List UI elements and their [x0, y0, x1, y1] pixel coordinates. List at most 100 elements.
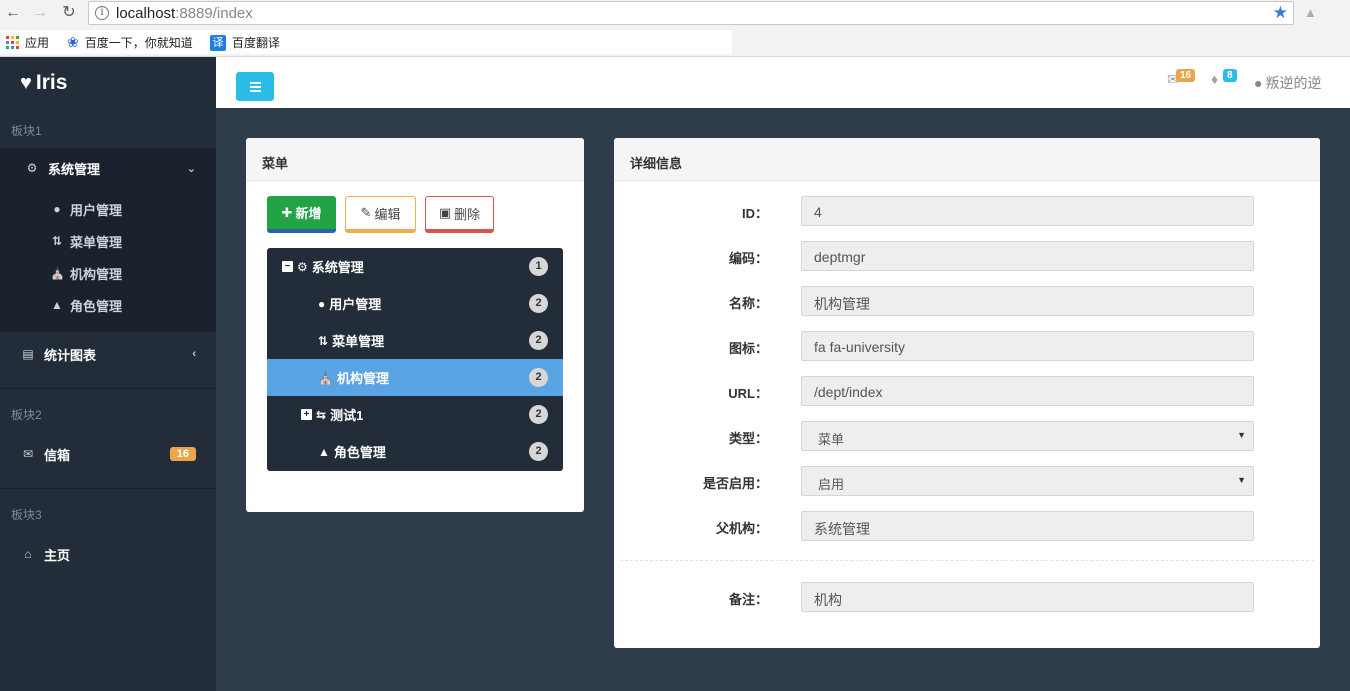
icon-field[interactable]: fa fa-university: [801, 331, 1254, 361]
bookmark-baidu[interactable]: ❀ 百度一下，你就知道: [67, 34, 193, 51]
extension-icon[interactable]: ▲: [1304, 5, 1317, 20]
chevron-down-icon: ⌄: [186, 162, 196, 175]
form-row-remark: 备注： 机构: [614, 582, 1320, 612]
cogs-icon: ⚙: [26, 161, 38, 175]
dropdown-caret-icon: ▼: [1237, 475, 1246, 485]
form-row-code: 编码： deptmgr: [614, 241, 1320, 271]
type-select[interactable]: 菜单 ▼: [801, 421, 1254, 451]
user-menu[interactable]: ● 叛逆的逆: [1254, 73, 1321, 93]
sidebar-toggle-button[interactable]: [236, 72, 274, 101]
form-row-type: 类型： 菜单 ▼: [614, 421, 1320, 451]
brand-logo[interactable]: ♥ Iris: [20, 71, 67, 95]
translate-icon: 译: [210, 34, 226, 51]
form-row-icon: 图标： fa fa-university: [614, 331, 1320, 361]
menu-tree: − ⚙ 系统管理 1 ● 用户管理 2 ⇅ 菜单管理 2 ⛪ 机构管理 2 + …: [267, 248, 563, 471]
sidebar-group-system: ⚙ 系统管理 ⌄ ● 用户管理 ⇅ 菜单管理 ⛪ 机构管理 ▲ 角色管理: [0, 148, 216, 332]
node-count-badge: 1: [529, 257, 548, 276]
expand-icon[interactable]: +: [301, 409, 312, 420]
info-icon[interactable]: i: [95, 6, 109, 20]
forward-arrow-icon[interactable]: →: [30, 3, 50, 23]
tree-node[interactable]: ▲ 角色管理 2: [267, 433, 563, 470]
dropdown-caret-icon: ▼: [1237, 430, 1246, 440]
user-icon: ●: [1254, 75, 1263, 91]
chevron-left-icon: ‹: [192, 348, 196, 360]
name-label: 名称：: [728, 296, 768, 311]
tree-node[interactable]: ⇅ 菜单管理 2: [267, 322, 563, 359]
name-field[interactable]: 机构管理: [801, 286, 1254, 316]
sidebar-item-roles[interactable]: ▲ 角色管理: [50, 293, 122, 317]
tree-node[interactable]: − ⚙ 系统管理 1: [267, 248, 563, 285]
form-row-parent: 父机构： 系统管理: [614, 511, 1320, 541]
envelope-icon: ✉: [22, 447, 34, 461]
reload-icon[interactable]: ↻: [59, 3, 79, 23]
node-count-badge: 2: [529, 442, 548, 461]
sidebar-item-stats[interactable]: ▤ 统计图表 ‹: [0, 334, 216, 374]
sidebar-item-users[interactable]: ● 用户管理: [50, 197, 122, 221]
user-secret-icon: ▲: [318, 444, 330, 459]
apps-grid-icon: [6, 36, 19, 49]
bookmark-apps[interactable]: 应用: [6, 34, 49, 51]
edit-button[interactable]: ✎ 编辑: [345, 196, 416, 233]
url-text[interactable]: localhost:8889/index: [116, 5, 253, 22]
bell-icon[interactable]: ♦: [1211, 71, 1218, 87]
exchange-icon: ⇆: [316, 407, 327, 422]
icon-label: 图标：: [728, 341, 768, 356]
id-label: ID：: [741, 206, 768, 221]
bar-chart-icon: ▤: [22, 347, 34, 361]
sort-icon: ⇅: [51, 234, 63, 248]
enabled-select[interactable]: 启用 ▼: [801, 466, 1254, 496]
menu-panel: 菜单 ✚ 新增 ✎ 编辑 ▣ 删除 − ⚙ 系统管理 1 ● 用户管理 2 ⇅ …: [246, 138, 584, 512]
code-label: 编码：: [728, 251, 768, 266]
tree-node[interactable]: + ⇆ 测试1 2: [267, 396, 563, 433]
node-count-badge: 2: [529, 294, 548, 313]
remark-field[interactable]: 机构: [801, 582, 1254, 612]
top-header: ✉ 16 ♦ 8 ● 叛逆的逆: [216, 57, 1350, 108]
url-field[interactable]: /dept/index: [801, 376, 1254, 406]
browser-chrome: ← → ↻ i localhost:8889/index ★ ▲ 应用 ❀ 百度…: [0, 0, 1350, 57]
url-label: URL：: [728, 386, 768, 401]
sidebar-item-system[interactable]: ⚙ 系统管理 ⌄: [0, 148, 216, 188]
section-label-3: 板块3: [11, 508, 42, 522]
sidebar-item-home[interactable]: ⌂ 主页: [0, 534, 216, 574]
address-bar[interactable]: i localhost:8889/index ★: [88, 1, 1294, 25]
node-count-badge: 2: [529, 405, 548, 424]
tree-node[interactable]: ● 用户管理 2: [267, 285, 563, 322]
id-field[interactable]: 4: [801, 196, 1254, 226]
plus-icon: ✚: [281, 204, 293, 220]
back-arrow-icon[interactable]: ←: [3, 3, 23, 23]
form-divider: [620, 560, 1314, 561]
parent-label: 父机构：: [715, 521, 768, 536]
sidebar-item-menus[interactable]: ⇅ 菜单管理: [50, 229, 122, 253]
sort-icon: ⇅: [318, 333, 329, 348]
edit-icon: ✎: [360, 205, 372, 220]
remark-label: 备注：: [728, 592, 768, 607]
bell-notification-badge: 8: [1223, 69, 1237, 82]
form-row-url: URL： /dept/index: [614, 376, 1320, 406]
code-field[interactable]: deptmgr: [801, 241, 1254, 271]
divider: [0, 388, 216, 389]
parent-field[interactable]: 系统管理: [801, 511, 1254, 541]
detail-panel: 详细信息 ID： 4 编码： deptmgr 名称： 机构管理 图标： fa f…: [614, 138, 1320, 648]
detail-panel-title: 详细信息: [614, 138, 1320, 181]
form-row-name: 名称： 机构管理: [614, 286, 1320, 316]
enabled-label: 是否启用：: [702, 476, 768, 491]
baidu-paw-icon: ❀: [67, 34, 79, 50]
sidebar: ♥ Iris 板块1 ⚙ 系统管理 ⌄ ● 用户管理 ⇅ 菜单管理 ⛪ 机构管理…: [0, 57, 216, 691]
university-icon: ⛪: [318, 370, 333, 385]
mail-count-badge: 16: [169, 447, 196, 461]
cogs-icon: ⚙: [297, 259, 308, 274]
bookmark-translate[interactable]: 译 百度翻译: [210, 34, 280, 51]
bookmark-star-icon[interactable]: ★: [1273, 3, 1288, 23]
add-button[interactable]: ✚ 新增: [267, 196, 336, 233]
sidebar-item-mail[interactable]: ✉ 信箱 16: [0, 434, 216, 474]
heart-icon: ♥: [20, 71, 32, 94]
node-count-badge: 2: [529, 368, 548, 387]
university-icon: ⛪: [50, 266, 65, 280]
sidebar-item-org[interactable]: ⛪ 机构管理: [50, 261, 122, 285]
form-row-id: ID： 4: [614, 196, 1320, 226]
node-count-badge: 2: [529, 331, 548, 350]
user-icon: ●: [53, 202, 61, 216]
tree-node-active[interactable]: ⛪ 机构管理 2: [267, 359, 563, 396]
delete-button[interactable]: ▣ 删除: [425, 196, 494, 233]
collapse-icon[interactable]: −: [282, 261, 293, 272]
